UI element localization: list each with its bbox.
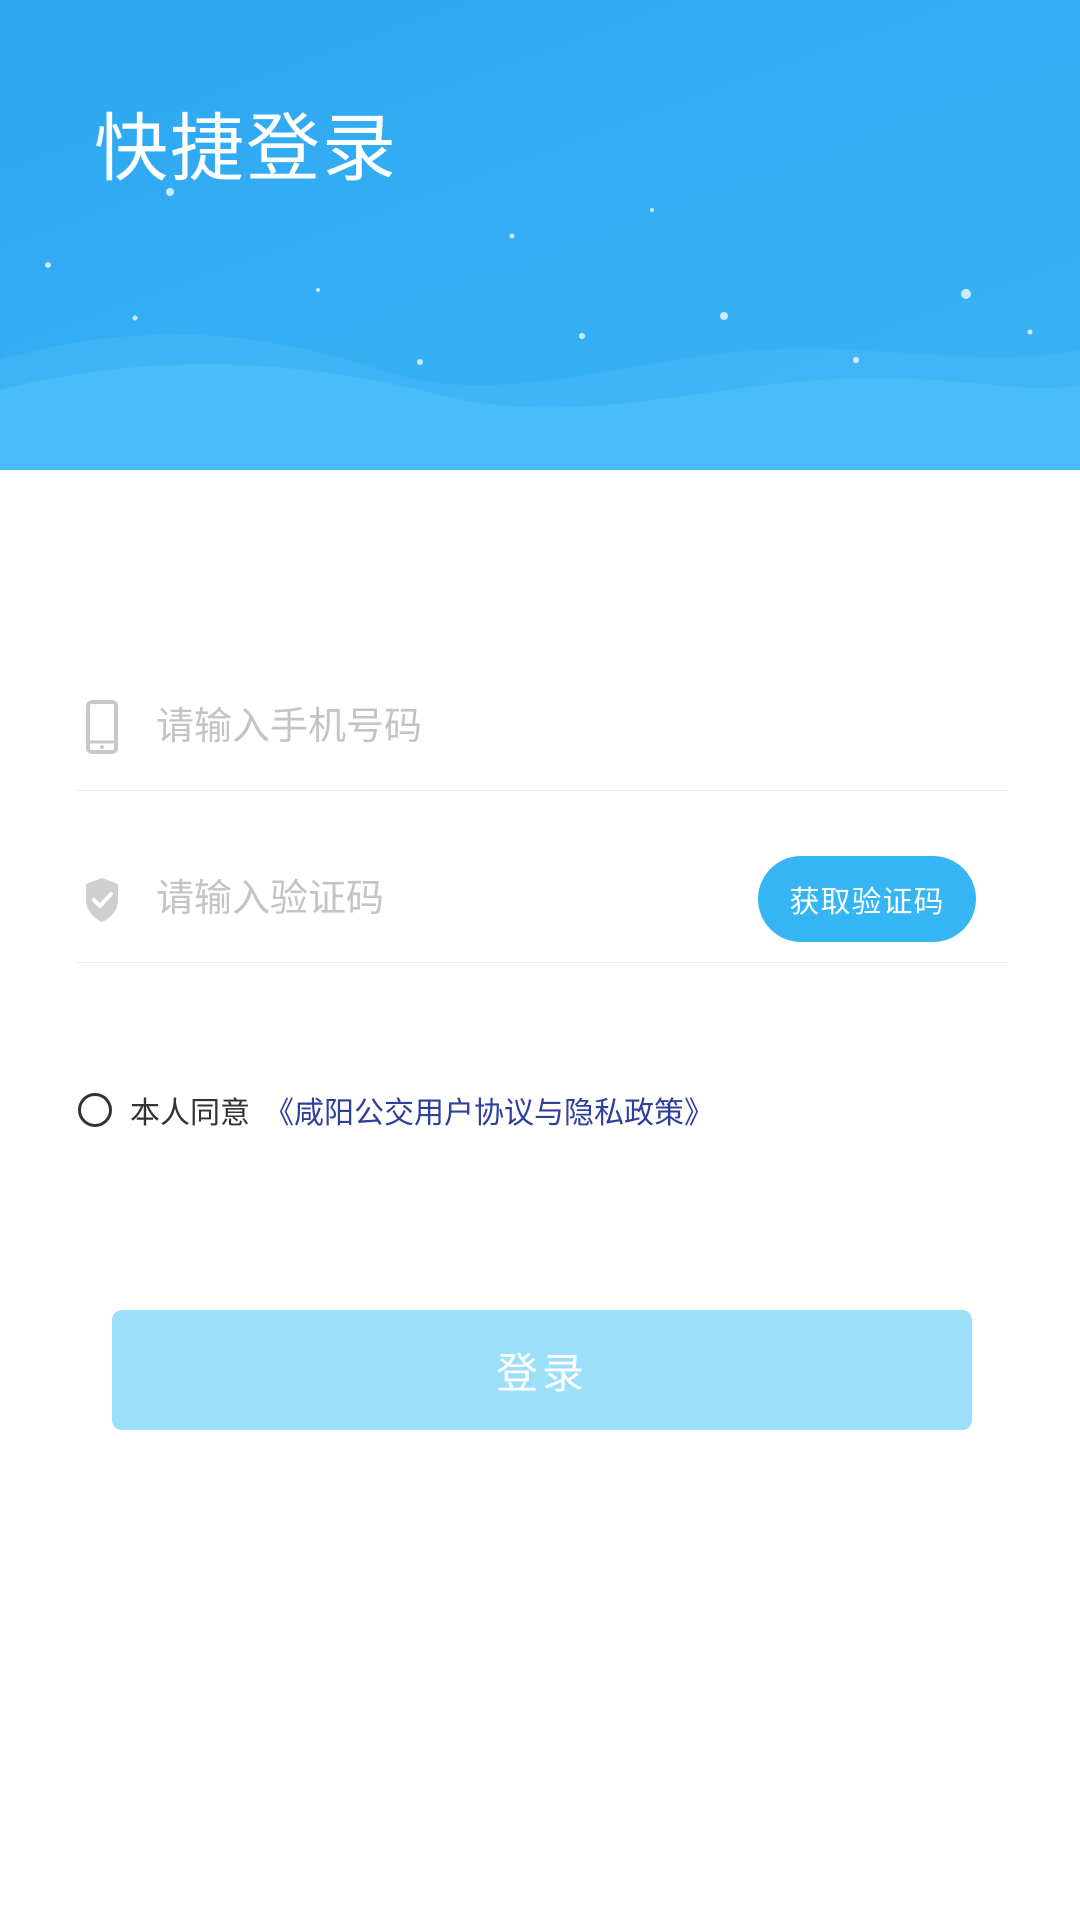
- page-title: 快捷登录: [94, 106, 398, 192]
- agreement-prefix: 本人同意: [130, 1096, 250, 1131]
- login-button[interactable]: 登录: [112, 1310, 972, 1430]
- header-banner: 快捷登录: [0, 0, 1080, 470]
- get-code-button[interactable]: 获取验证码: [758, 856, 976, 942]
- phone-icon: [86, 700, 118, 754]
- agreement-row: 本人同意 《咸阳公交用户协议与隐私政策》: [78, 1088, 714, 1132]
- phone-input[interactable]: [156, 696, 716, 756]
- phone-field: [74, 670, 1008, 791]
- verification-code-field: 获取验证码: [74, 842, 1008, 963]
- agreement-radio[interactable]: [78, 1093, 112, 1127]
- header-wave-background: [0, 188, 1080, 470]
- shield-check-icon: [86, 878, 118, 922]
- verification-code-input[interactable]: [156, 868, 716, 928]
- agreement-link[interactable]: 《咸阳公交用户协议与隐私政策》: [264, 1088, 714, 1132]
